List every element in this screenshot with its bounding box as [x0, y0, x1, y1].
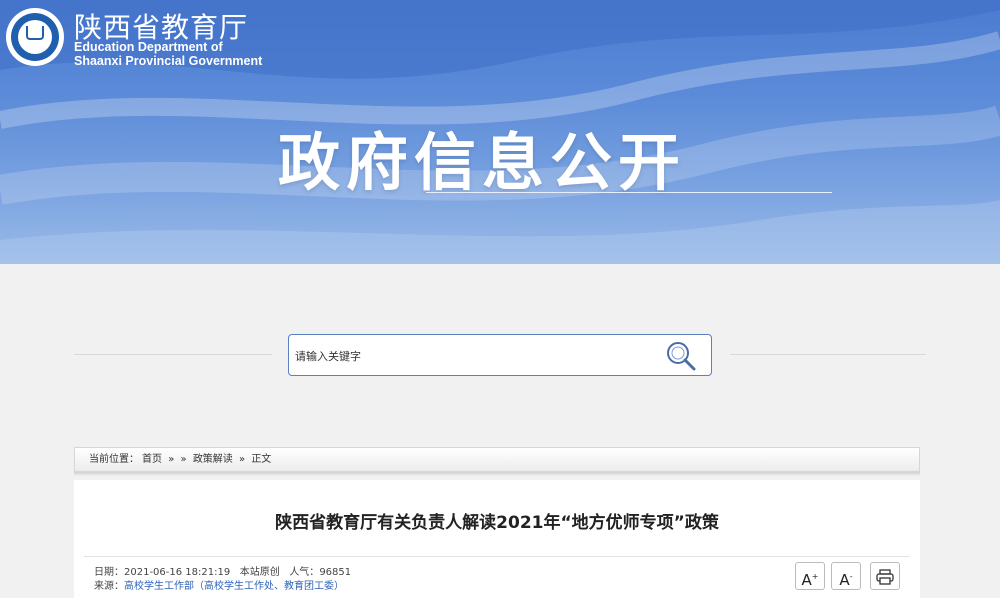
- hero-underline: [426, 192, 832, 193]
- search-button[interactable]: [661, 339, 701, 371]
- search-left-rule: [74, 354, 272, 355]
- article-title: 陕西省教育厅有关负责人解读2021年“地方优师专项”政策: [275, 513, 719, 533]
- breadcrumb-separator: »: [168, 454, 175, 465]
- search-right-rule: [730, 354, 926, 355]
- search-input[interactable]: [293, 343, 657, 369]
- book-icon: [26, 26, 44, 40]
- minus-mark: -: [849, 572, 853, 581]
- article-source-link[interactable]: 高校学生工作部（高校学生工作处、教育团工委）: [124, 581, 344, 592]
- breadcrumb-prefix: 当前位置：: [89, 454, 139, 465]
- article-source-line: 来源：高校学生工作部（高校学生工作处、教育团工委）: [94, 577, 344, 592]
- print-button[interactable]: [870, 562, 900, 590]
- font-decrease-button[interactable]: A-: [831, 562, 861, 590]
- article-meta-line: 日期：2021-06-16 18:21:19 本站原创 人气：96851: [94, 563, 351, 578]
- breadcrumb-home-link[interactable]: 首页: [142, 454, 162, 465]
- source-label: 来源：: [94, 581, 124, 592]
- article-divider: [84, 556, 910, 557]
- font-increase-label: A: [801, 571, 812, 589]
- breadcrumb-separator: »: [239, 454, 246, 465]
- edu-department-logo[interactable]: EDS: [6, 8, 64, 66]
- breadcrumb-current: 正文: [251, 454, 272, 465]
- search-box: [288, 334, 712, 376]
- article-panel: 陕西省教育厅有关负责人解读2021年“地方优师专项”政策 日期：2021-06-…: [74, 480, 920, 598]
- hero-title: 政府信息公开: [278, 126, 687, 199]
- logo-text: EDS: [27, 46, 43, 54]
- org-name-en-line1: Education Department of: [74, 40, 223, 54]
- breadcrumb-separator: »: [180, 454, 187, 465]
- breadcrumb-shadow: [74, 472, 920, 476]
- breadcrumb: 当前位置： 首页 » » 政策解读 » 正文: [74, 447, 920, 472]
- printer-icon: [876, 569, 894, 585]
- header-banner: EDS 陕西省教育厅 Education Department of Shaan…: [0, 0, 1000, 264]
- font-increase-button[interactable]: A+: [795, 562, 825, 590]
- search-magnifier-icon: [667, 342, 696, 371]
- font-decrease-label: A: [839, 571, 850, 589]
- plus-mark: +: [811, 572, 819, 581]
- org-name-en-line2: Shaanxi Provincial Government: [74, 54, 263, 68]
- breadcrumb-section-link[interactable]: 政策解读: [193, 454, 233, 465]
